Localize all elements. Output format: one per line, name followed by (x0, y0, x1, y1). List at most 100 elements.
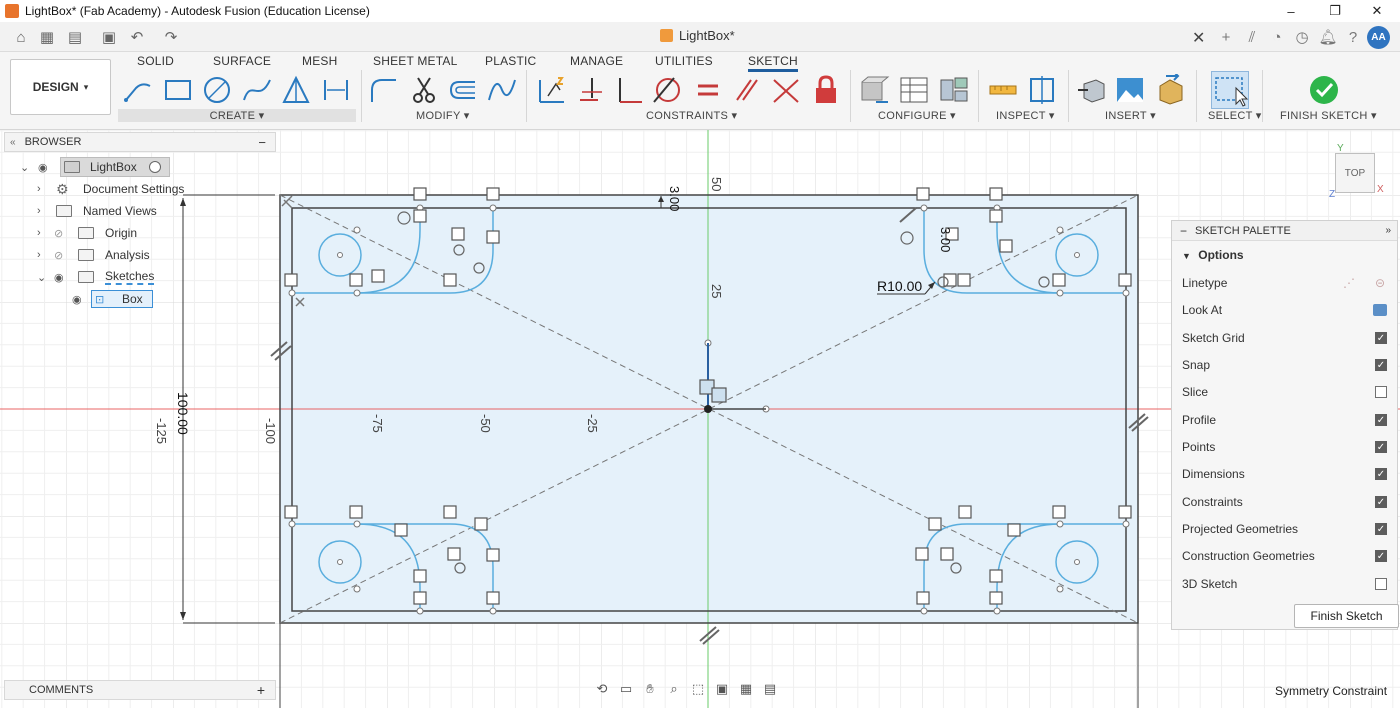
file-menu-icon[interactable]: ▤ (66, 28, 84, 46)
height-dimension[interactable]: 100.00 (175, 392, 191, 435)
eye-icon[interactable]: ◉ (54, 271, 70, 284)
trim-scissors-icon[interactable] (408, 74, 440, 106)
select-tool[interactable] (1211, 71, 1249, 109)
look-at-icon[interactable]: ▭ (614, 680, 638, 698)
sketch-grid-checkbox[interactable]: ✓ (1375, 332, 1387, 344)
radius-dimension[interactable]: R10.00 (877, 278, 922, 294)
insert-derive-icon[interactable] (1076, 74, 1108, 106)
eye-icon[interactable]: ◉ (72, 293, 88, 306)
polygon-tool-icon[interactable] (280, 74, 312, 106)
points-checkbox[interactable]: ✓ (1375, 441, 1387, 453)
configure-menu[interactable]: CONFIGURE ▾ (878, 109, 956, 122)
constraints-menu[interactable]: CONSTRAINTS ▾ (646, 109, 737, 122)
sketch-dimension-icon[interactable] (320, 74, 352, 106)
fix-lock-icon[interactable] (810, 74, 842, 106)
interference-icon[interactable] (1026, 74, 1058, 106)
slice-checkbox[interactable] (1375, 386, 1387, 398)
chevron-right-icon[interactable]: › (37, 183, 41, 195)
data-panel-icon[interactable]: ⫽ (1242, 27, 1262, 47)
table-configure-icon[interactable] (898, 74, 930, 106)
dimensions-checkbox[interactable]: ✓ (1375, 468, 1387, 480)
parallel-constraint-icon[interactable] (731, 74, 763, 106)
eye-hidden-icon[interactable]: ⊘ (54, 249, 70, 262)
origin-point[interactable] (704, 405, 712, 413)
browser-item-sketches[interactable]: ⌄ ◉ Sketches (4, 266, 276, 288)
rectangle-tool-icon[interactable] (162, 74, 194, 106)
construction-geometries-checkbox[interactable]: ✓ (1375, 550, 1387, 562)
browser-item-named-views[interactable]: › Named Views (4, 200, 276, 222)
coincident-constraint-icon[interactable] (576, 74, 608, 106)
constraints-checkbox[interactable]: ✓ (1375, 496, 1387, 508)
profile-checkbox[interactable]: ✓ (1375, 414, 1387, 426)
equal-constraint-icon[interactable] (692, 74, 724, 106)
grid-apps-icon[interactable]: ▦ (38, 28, 56, 46)
fillet-tool-icon[interactable] (368, 74, 400, 106)
parameters-icon[interactable] (858, 74, 890, 106)
redo-icon[interactable]: ↷ (162, 28, 180, 46)
browser-item-lightbox[interactable]: ⌄ ◉ LightBox (4, 156, 276, 178)
chevron-down-icon[interactable]: ⌄ (20, 161, 29, 174)
centerline-linetype-icon[interactable]: ⊝ (1375, 276, 1385, 290)
chevron-right-icon[interactable]: › (37, 227, 41, 239)
snap-checkbox[interactable]: ✓ (1375, 359, 1387, 371)
add-comment-button[interactable]: + (257, 682, 265, 698)
document-tab[interactable]: LightBox* (660, 28, 735, 43)
eye-icon[interactable]: ◉ (38, 161, 54, 174)
auto-constrain-icon[interactable] (536, 74, 568, 106)
finish-sketch-check-icon[interactable] (1308, 74, 1340, 106)
comments-panel[interactable]: COMMENTS + (4, 680, 276, 700)
chevron-down-icon[interactable]: ⌄ (37, 271, 46, 284)
pocket-offset-dimension[interactable]: 3.00 (938, 227, 953, 252)
browser-collapse-button[interactable]: − (258, 135, 266, 150)
3d-sketch-checkbox[interactable] (1375, 578, 1387, 590)
viewports-icon[interactable]: ▤ (758, 680, 782, 698)
measure-ruler-icon[interactable] (987, 74, 1019, 106)
maximize-button[interactable]: ❐ (1312, 0, 1358, 22)
tab-sheet-metal[interactable]: SHEET METAL (373, 54, 457, 68)
insert-menu[interactable]: INSERT ▾ (1105, 109, 1156, 122)
grid-settings-icon[interactable]: ▦ (734, 680, 758, 698)
minimize-button[interactable]: – (1268, 0, 1314, 22)
view-cube[interactable]: TOP (1335, 153, 1375, 193)
workspace-switcher[interactable]: DESIGN ▾ (10, 59, 111, 115)
tab-solid[interactable]: SOLID (137, 54, 174, 68)
collapse-arrows-icon[interactable]: « (10, 137, 16, 148)
tab-surface[interactable]: SURFACE (213, 54, 271, 68)
close-window-button[interactable]: ✕ (1354, 0, 1400, 22)
user-avatar[interactable]: AA (1367, 26, 1390, 49)
chevron-right-icon[interactable]: › (37, 205, 41, 217)
insert-canvas-icon[interactable] (1114, 74, 1146, 106)
finish-sketch-button[interactable]: Finish Sketch (1294, 604, 1399, 628)
zoom-icon[interactable]: ⌕ (662, 680, 686, 698)
pan-hand-icon[interactable]: ✋︎ (638, 680, 662, 698)
perpendicular-constraint-icon[interactable] (614, 74, 646, 106)
insert-mesh-icon[interactable] (1154, 74, 1186, 106)
configure-rule-icon[interactable] (938, 74, 970, 106)
finish-sketch-menu[interactable]: FINISH SKETCH ▾ (1280, 109, 1377, 122)
palette-collapse-button[interactable]: − (1180, 224, 1187, 238)
modify-menu[interactable]: MODIFY ▾ (416, 109, 470, 122)
palette-expand-icon[interactable]: » (1385, 225, 1391, 236)
offset-tool-icon[interactable] (447, 74, 479, 106)
select-menu[interactable]: SELECT ▾ (1208, 109, 1262, 122)
line-tool-icon[interactable] (122, 74, 154, 106)
conic-curve-icon[interactable] (486, 74, 518, 106)
projected-geometries-checkbox[interactable]: ✓ (1375, 523, 1387, 535)
extensions-icon[interactable]: ◔ (1267, 27, 1287, 47)
zoom-window-icon[interactable]: ⬚ (686, 680, 710, 698)
top-offset-dimension[interactable]: 3.00 (667, 186, 682, 211)
display-settings-icon[interactable]: ▣ (710, 680, 734, 698)
circle-tool-icon[interactable] (201, 74, 233, 106)
activate-radio-icon[interactable] (149, 161, 161, 173)
look-at-icon[interactable] (1373, 304, 1387, 316)
tab-utilities[interactable]: UTILITIES (655, 54, 713, 68)
tab-manage[interactable]: MANAGE (570, 54, 623, 68)
new-tab-icon[interactable]: + (1216, 27, 1236, 47)
tab-mesh[interactable]: MESH (302, 54, 337, 68)
chevron-right-icon[interactable]: › (37, 249, 41, 261)
spline-tool-icon[interactable] (241, 74, 273, 106)
eye-hidden-icon[interactable]: ⊘ (54, 227, 70, 240)
collinear-constraint-icon[interactable] (770, 74, 802, 106)
browser-item-document-settings[interactable]: › ⚙ Document Settings (4, 178, 276, 200)
save-icon[interactable]: ▣ (100, 28, 118, 46)
